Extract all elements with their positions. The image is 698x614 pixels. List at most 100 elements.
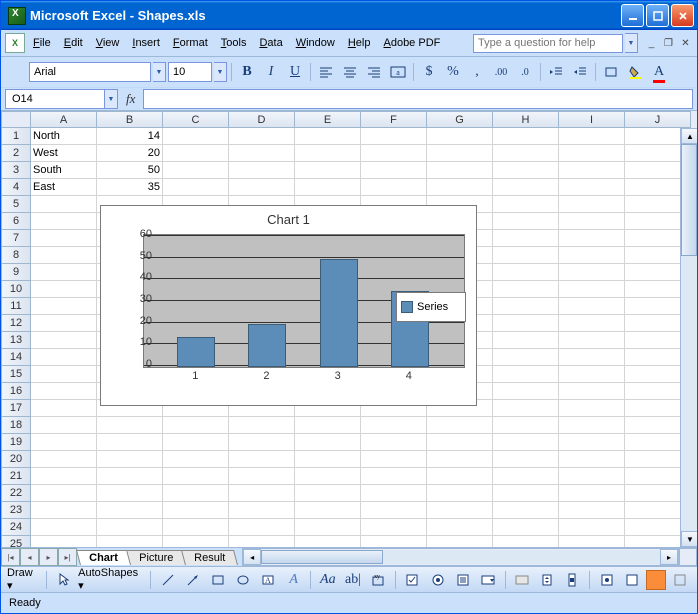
row-header-13[interactable]: 13 — [1, 332, 31, 349]
cell-F18[interactable] — [361, 417, 427, 434]
column-header-C[interactable]: C — [163, 111, 229, 128]
cell-D2[interactable] — [229, 145, 295, 162]
cell-C23[interactable] — [163, 502, 229, 519]
combo-control-button[interactable] — [477, 570, 498, 590]
menu-edit[interactable]: Edit — [58, 35, 89, 51]
cell-B25[interactable] — [97, 536, 163, 547]
cell-A10[interactable] — [31, 281, 97, 298]
cell-A4[interactable]: East — [31, 179, 97, 196]
cell-F3[interactable] — [361, 162, 427, 179]
tab-prev-button[interactable]: ◂ — [20, 548, 39, 566]
namebox-dropdown-icon[interactable]: ▼ — [105, 89, 118, 109]
cell-A6[interactable] — [31, 213, 97, 230]
font-name-box[interactable]: Arial — [29, 62, 151, 82]
scroll-right-button[interactable]: ▸ — [660, 549, 678, 565]
menu-insert[interactable]: Insert — [126, 35, 166, 51]
cell-D19[interactable] — [229, 434, 295, 451]
sheet-tab-chart[interactable]: Chart — [76, 550, 131, 565]
row-header-2[interactable]: 2 — [1, 145, 31, 162]
cell-F23[interactable] — [361, 502, 427, 519]
listbox-control-button[interactable] — [452, 570, 473, 590]
cell-A5[interactable] — [31, 196, 97, 213]
cell-H16[interactable] — [493, 383, 559, 400]
cell-H4[interactable] — [493, 179, 559, 196]
scroll-left-button[interactable]: ◂ — [243, 549, 261, 565]
checkbox-control-button[interactable] — [402, 570, 423, 590]
cell-A18[interactable] — [31, 417, 97, 434]
cell-A25[interactable] — [31, 536, 97, 547]
option-control-button[interactable] — [427, 570, 448, 590]
arrow-button[interactable] — [182, 570, 203, 590]
cell-H10[interactable] — [493, 281, 559, 298]
cell-H24[interactable] — [493, 519, 559, 536]
cell-A20[interactable] — [31, 451, 97, 468]
cell-F19[interactable] — [361, 434, 427, 451]
cell-H23[interactable] — [493, 502, 559, 519]
menu-format[interactable]: Format — [167, 35, 214, 51]
label-button[interactable]: Aa — [317, 570, 338, 590]
cell-B1[interactable]: 14 — [97, 128, 163, 145]
cell-C2[interactable] — [163, 145, 229, 162]
cell-G22[interactable] — [427, 485, 493, 502]
decrease-decimal-button[interactable]: .0 — [514, 62, 536, 82]
mdi-close[interactable]: ✕ — [678, 37, 693, 50]
cell-C1[interactable] — [163, 128, 229, 145]
cell-D22[interactable] — [229, 485, 295, 502]
cell-A16[interactable] — [31, 383, 97, 400]
menu-data[interactable]: Data — [253, 35, 288, 51]
cell-H22[interactable] — [493, 485, 559, 502]
underline-button[interactable]: U — [284, 62, 306, 82]
column-header-B[interactable]: B — [97, 111, 163, 128]
cell-A11[interactable] — [31, 298, 97, 315]
autoshapes-menu[interactable]: AutoShapes ▾ — [78, 567, 144, 592]
row-header-20[interactable]: 20 — [1, 451, 31, 468]
scrollbar-control-button[interactable] — [562, 570, 583, 590]
cell-I17[interactable] — [559, 400, 625, 417]
tab-next-button[interactable]: ▸ — [39, 548, 58, 566]
cell-D23[interactable] — [229, 502, 295, 519]
cell-F25[interactable] — [361, 536, 427, 547]
column-header-J[interactable]: J — [625, 111, 691, 128]
cell-E23[interactable] — [295, 502, 361, 519]
row-header-21[interactable]: 21 — [1, 468, 31, 485]
cell-F2[interactable] — [361, 145, 427, 162]
column-header-E[interactable]: E — [295, 111, 361, 128]
embedded-chart[interactable]: Chart 1 Series 01020304050601234 — [100, 205, 477, 406]
cell-B3[interactable]: 50 — [97, 162, 163, 179]
maximize-button[interactable] — [646, 4, 669, 27]
row-header-10[interactable]: 10 — [1, 281, 31, 298]
cell-I11[interactable] — [559, 298, 625, 315]
percent-button[interactable]: % — [442, 62, 464, 82]
row-header-8[interactable]: 8 — [1, 247, 31, 264]
row-header-1[interactable]: 1 — [1, 128, 31, 145]
increase-decimal-button[interactable]: .00 — [490, 62, 512, 82]
cell-G1[interactable] — [427, 128, 493, 145]
cell-E21[interactable] — [295, 468, 361, 485]
scroll-up-button[interactable]: ▲ — [681, 128, 697, 144]
align-right-button[interactable] — [363, 62, 385, 82]
cell-G25[interactable] — [427, 536, 493, 547]
cell-I14[interactable] — [559, 349, 625, 366]
bold-button[interactable]: B — [236, 62, 258, 82]
edit-button[interactable] — [670, 570, 691, 590]
name-box[interactable]: O14 — [5, 89, 105, 109]
cell-A1[interactable]: North — [31, 128, 97, 145]
cell-B20[interactable] — [97, 451, 163, 468]
cell-B4[interactable]: 35 — [97, 179, 163, 196]
cell-H17[interactable] — [493, 400, 559, 417]
vscroll-thumb[interactable] — [681, 144, 697, 256]
column-header-I[interactable]: I — [559, 111, 625, 128]
close-button[interactable] — [671, 4, 694, 27]
cell-I5[interactable] — [559, 196, 625, 213]
cell-I18[interactable] — [559, 417, 625, 434]
help-dropdown-icon[interactable]: ▼ — [625, 33, 638, 53]
decrease-indent-button[interactable] — [545, 62, 567, 82]
menu-file[interactable]: File — [27, 35, 57, 51]
cell-B2[interactable]: 20 — [97, 145, 163, 162]
cell-I4[interactable] — [559, 179, 625, 196]
cell-D21[interactable] — [229, 468, 295, 485]
row-header-9[interactable]: 9 — [1, 264, 31, 281]
draw-menu[interactable]: Draw ▾ — [7, 567, 40, 592]
cell-B19[interactable] — [97, 434, 163, 451]
mdi-restore[interactable]: ❐ — [661, 37, 676, 50]
